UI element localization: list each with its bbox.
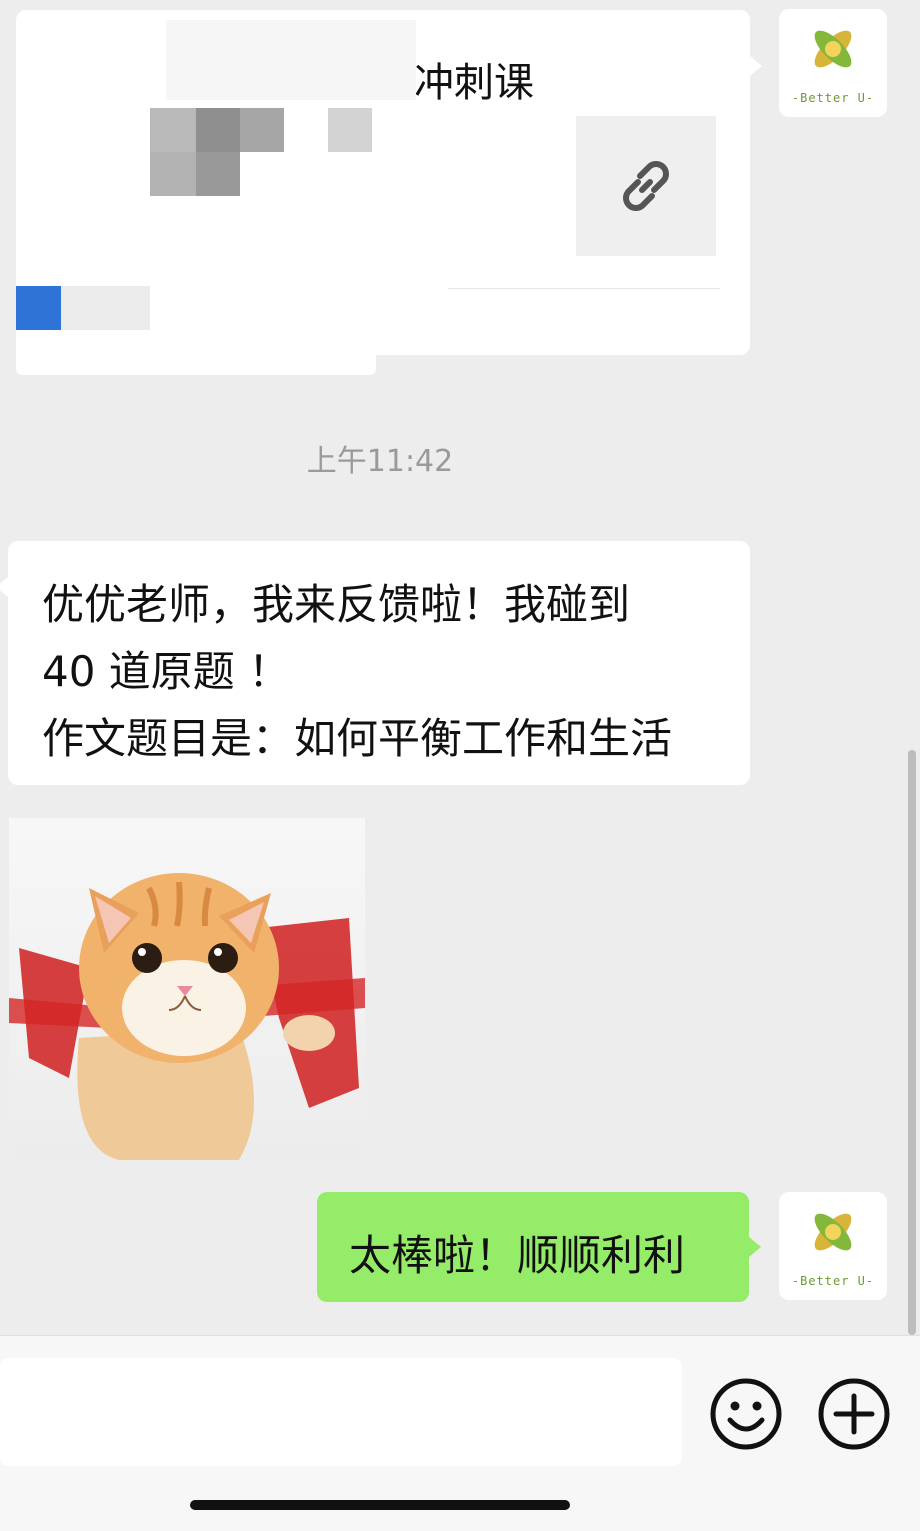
link-card-footer <box>16 340 376 375</box>
received-message-bubble[interactable]: 优优老师，我来反馈啦！我碰到 40 道原题 ！ 作文题目是：如何平衡工作和生活 <box>0 541 750 785</box>
message-line: 40 道原题 ！ <box>42 647 291 696</box>
emoji-button[interactable] <box>708 1376 784 1452</box>
blurred-mosaic <box>328 108 372 152</box>
plus-icon <box>818 1378 890 1450</box>
avatar-brand-text: -Better U- <box>791 1274 875 1288</box>
sent-message-bubble[interactable]: 太棒啦！顺顺利利 <box>317 1192 761 1302</box>
home-indicator <box>190 1500 570 1510</box>
link-thumbnail <box>576 116 716 256</box>
bubble-tail <box>749 1237 761 1257</box>
cat-sticker[interactable] <box>9 818 365 1160</box>
chat-scrollbar[interactable] <box>908 750 916 1335</box>
blurred-mosaic <box>150 108 196 152</box>
emoji-icon <box>710 1378 782 1450</box>
blurred-mosaic <box>166 20 416 100</box>
blurred-mosaic <box>150 152 196 196</box>
message-line: 作文题目是：如何平衡工作和生活 <box>42 714 673 763</box>
blurred-mosaic <box>196 152 240 196</box>
more-button[interactable] <box>816 1376 892 1452</box>
link-card-title: 冲刺课 <box>414 60 534 106</box>
message-line: 优优老师，我来反馈啦！我碰到 <box>42 580 631 629</box>
better-u-logo-icon <box>814 1213 852 1251</box>
source-icon <box>16 286 61 330</box>
bubble-tail <box>750 56 762 76</box>
better-u-logo-icon <box>814 30 852 68</box>
link-icon <box>623 161 669 211</box>
card-divider <box>448 288 720 289</box>
avatar-brand-text: -Better U- <box>791 91 875 105</box>
blurred-mosaic <box>196 108 240 152</box>
avatar[interactable]: -Better U- <box>779 1192 887 1300</box>
message-timestamp: 上午11:42 <box>306 444 454 479</box>
bubble-tail <box>0 577 8 597</box>
sent-message-text: 太棒啦！顺顺利利 <box>349 1231 686 1280</box>
link-card-message[interactable]: 冲刺课 <box>16 10 762 355</box>
cat-sticker-icon <box>9 873 365 1160</box>
avatar[interactable]: -Better U- <box>779 9 887 117</box>
message-input[interactable] <box>0 1358 682 1466</box>
blurred-mosaic <box>240 108 284 152</box>
